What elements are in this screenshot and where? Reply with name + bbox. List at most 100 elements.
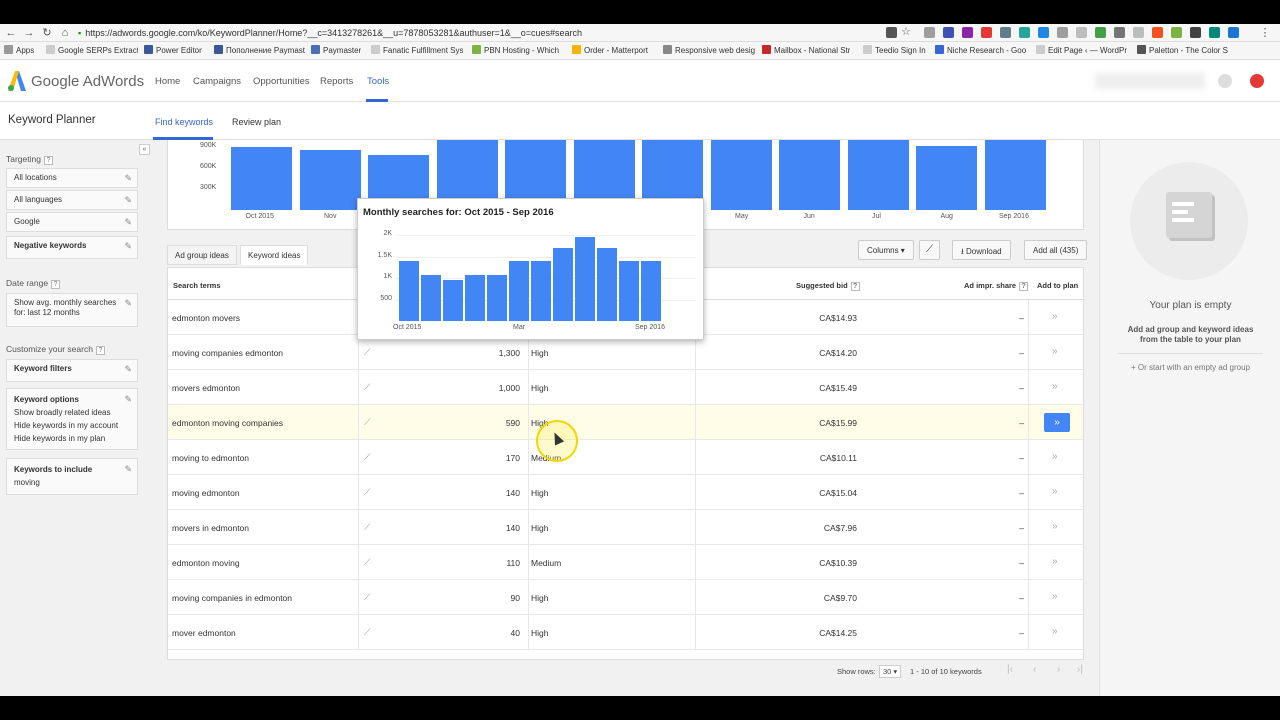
add-to-plan-button[interactable]: » (1052, 591, 1058, 602)
pencil-icon[interactable]: ✎ (124, 241, 132, 252)
star-icon[interactable]: ☆ (899, 25, 913, 39)
bookmark-item[interactable]: Edit Page ‹ — WordPr (1036, 45, 1127, 55)
reload-icon[interactable]: ↻ (40, 26, 54, 40)
trend-chart-icon[interactable]: ⟋ (364, 347, 370, 358)
trend-chart-icon[interactable]: ⟋ (364, 557, 370, 568)
collapse-sidebar-icon[interactable]: « (139, 144, 150, 155)
add-to-plan-button[interactable]: » (1052, 521, 1058, 532)
trend-chart-icon[interactable]: ⟋ (364, 487, 370, 498)
columns-button[interactable]: Columns ▾ (858, 240, 914, 260)
tab-ad-group-ideas[interactable]: Ad group ideas (167, 245, 237, 265)
col-search-terms[interactable]: Search terms (173, 281, 221, 290)
nav-reports[interactable]: Reports (320, 76, 353, 87)
table-row[interactable]: edmonton moving companies ⟋ 590 High CA$15.9… (168, 405, 1083, 440)
menu-icon[interactable]: ⋮ (1258, 26, 1272, 40)
table-row[interactable]: moving edmonton ⟋ 140 High CA$15.04 – » (168, 475, 1083, 510)
bookmark-item[interactable]: Apps (4, 45, 34, 55)
pencil-icon[interactable]: ✎ (124, 463, 132, 476)
extension-icon[interactable] (1209, 27, 1220, 38)
notifications-icon[interactable] (1250, 74, 1264, 88)
bookmark-item[interactable]: PBN Hosting - Which (472, 45, 559, 55)
extension-icon[interactable] (1076, 27, 1087, 38)
bookmark-item[interactable]: Google SERPs Extracto (46, 45, 138, 55)
nav-opportunities[interactable]: Opportunities (253, 76, 310, 87)
help-icon[interactable]: ? (850, 282, 860, 291)
nav-campaigns[interactable]: Campaigns (193, 76, 241, 87)
extension-icon[interactable] (1000, 27, 1011, 38)
table-row[interactable]: moving companies edmonton ⟋ 1,300 High CA$14… (168, 335, 1083, 370)
extension-icon[interactable] (1152, 27, 1163, 38)
bookmark-item[interactable]: Paletton - The Color S (1137, 45, 1228, 55)
forward-icon[interactable]: → (22, 26, 36, 40)
targeting-locations[interactable]: All locations ✎ (6, 168, 138, 188)
bookmark-item[interactable]: Пополнение Paymast (214, 45, 305, 55)
download-button[interactable]: ⭳ Download (952, 240, 1011, 260)
keyword-filters[interactable]: Keyword filters ✎ (6, 359, 138, 382)
extension-icon[interactable] (1038, 27, 1049, 38)
tab-keyword-ideas[interactable]: Keyword ideas (240, 245, 309, 265)
bookmark-item[interactable]: Order - Matterport (572, 45, 648, 55)
col-suggested-bid[interactable]: Suggested bid? (796, 281, 860, 291)
prev-page-icon[interactable]: ‹ (1033, 664, 1036, 675)
chart-bar[interactable] (710, 140, 772, 210)
table-row[interactable]: movers edmonton ⟋ 1,000 High CA$15.49 – » (168, 370, 1083, 405)
keyword-options[interactable]: Keyword options Show broadly related ide… (6, 388, 138, 450)
extension-icon[interactable] (1057, 27, 1068, 38)
bookmark-item[interactable]: Paymaster (311, 45, 361, 55)
add-to-plan-button[interactable]: » (1052, 626, 1058, 637)
address-bar[interactable]: ▪ https://adwords.google.com/ko/KeywordPl… (78, 26, 878, 40)
help-icon[interactable]: ? (43, 156, 53, 165)
pencil-icon[interactable]: ✎ (124, 195, 132, 206)
add-to-plan-button[interactable]: » (1052, 311, 1058, 322)
col-ad-impr-share[interactable]: Ad impr. share? (964, 281, 1029, 291)
chart-bar[interactable] (984, 140, 1046, 210)
extension-icon[interactable] (1228, 27, 1239, 38)
bookmark-item[interactable]: Teedio Sign In (863, 45, 926, 55)
bookmark-item[interactable]: Fanatic Fulfillment Sys (371, 45, 463, 55)
date-range-box[interactable]: Show avg. monthly searches for: last 12 … (6, 293, 138, 327)
help-icon[interactable]: ? (1019, 282, 1029, 291)
targeting-network[interactable]: Google ✎ (6, 212, 138, 232)
extension-icon[interactable] (981, 27, 992, 38)
trend-chart-icon[interactable]: ⟋ (364, 522, 370, 533)
nav-tools[interactable]: Tools (367, 76, 389, 87)
chart-bar[interactable] (299, 149, 361, 210)
help-icon[interactable]: ? (95, 346, 105, 355)
table-row[interactable]: movers in edmonton ⟋ 140 High CA$7.96 – » (168, 510, 1083, 545)
trend-chart-icon[interactable]: ⟋ (364, 592, 370, 603)
extension-icon[interactable] (1171, 27, 1182, 38)
rows-per-page-select[interactable]: 30 ▾ (879, 665, 902, 678)
pencil-icon[interactable]: ✎ (124, 217, 132, 228)
add-to-plan-button[interactable]: » (1052, 451, 1058, 462)
help-icon[interactable]: ? (51, 280, 61, 289)
table-row[interactable]: moving companies in edmonton ⟋ 90 High CA$9.… (168, 580, 1083, 615)
home-icon[interactable]: ⌂ (58, 26, 72, 40)
extension-icon[interactable] (1190, 27, 1201, 38)
extension-icon[interactable] (1133, 27, 1144, 38)
keywords-to-include[interactable]: Keywords to include moving ✎ (6, 458, 138, 495)
first-page-icon[interactable]: |‹ (1007, 664, 1013, 675)
trend-chart-icon[interactable]: ⟋ (364, 452, 370, 463)
table-row[interactable]: mover edmonton ⟋ 40 High CA$14.25 – » (168, 615, 1083, 650)
add-to-plan-button[interactable]: » (1052, 486, 1058, 497)
table-row[interactable]: edmonton moving ⟋ 110 Medium CA$10.39 – » (168, 545, 1083, 580)
pencil-icon[interactable]: ✎ (124, 173, 132, 184)
trend-chart-icon[interactable]: ⟋ (364, 382, 370, 393)
extension-icon[interactable] (962, 27, 973, 38)
chart-bar[interactable] (847, 140, 909, 210)
targeting-languages[interactable]: All languages ✎ (6, 190, 138, 210)
add-all-button[interactable]: Add all (435) (1024, 240, 1088, 260)
last-page-icon[interactable]: ›| (1077, 664, 1083, 675)
pencil-icon[interactable]: ✎ (124, 298, 132, 308)
bookmark-item[interactable]: Mailbox - National Str (762, 45, 850, 55)
extension-icon[interactable] (1114, 27, 1125, 38)
bookmark-item[interactable]: Responsive web desig (663, 45, 755, 55)
nav-home[interactable]: Home (155, 76, 180, 87)
chart-toggle-icon[interactable]: ⟋ (919, 240, 940, 260)
extension-icon[interactable] (924, 27, 935, 38)
pencil-icon[interactable]: ✎ (124, 393, 132, 406)
add-to-plan-button[interactable]: » (1044, 413, 1070, 432)
extension-icon[interactable] (943, 27, 954, 38)
trend-chart-icon[interactable]: ⟋ (364, 417, 370, 428)
next-page-icon[interactable]: › (1057, 664, 1060, 675)
